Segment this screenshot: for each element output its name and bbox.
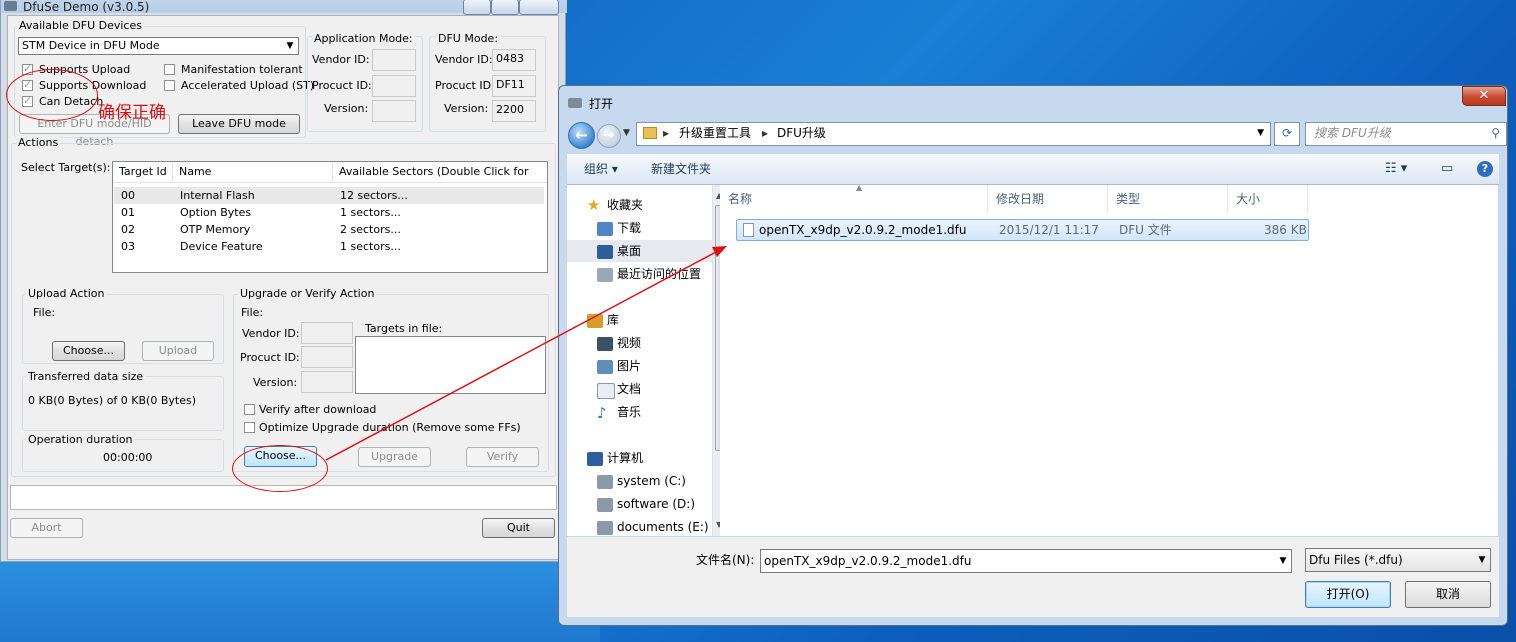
annotation-arrow xyxy=(325,246,727,461)
